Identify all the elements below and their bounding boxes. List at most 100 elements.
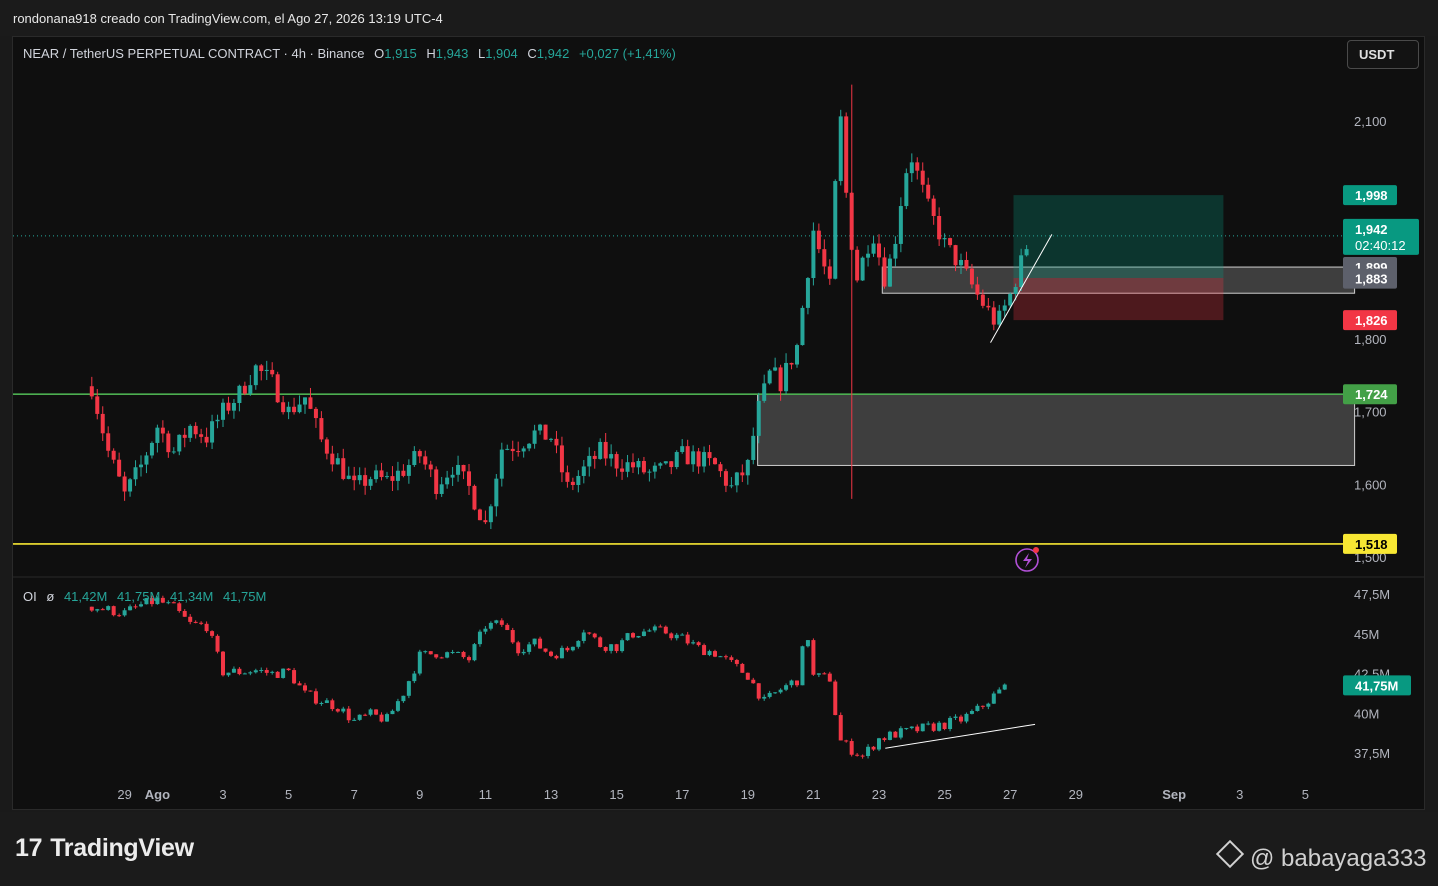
oi-candle-117 [729, 657, 734, 660]
price-candle-63 [434, 469, 439, 494]
oi-candle-165 [991, 693, 996, 704]
oi-candle-119 [740, 663, 745, 673]
oi-candle-83 [543, 648, 548, 652]
price-candle-170 [1019, 255, 1024, 288]
oi-candle-99 [631, 633, 635, 638]
price-candle-161 [969, 268, 974, 285]
price-candle-84 [549, 438, 553, 440]
price-candle-168 [1008, 293, 1013, 306]
watermark-text: @ babayaga333 [1250, 845, 1427, 872]
oi-candle-157 [948, 717, 953, 730]
price-candle-153 [926, 184, 931, 199]
oi-candle-158 [953, 716, 958, 718]
low-value: 1,904 [485, 46, 518, 61]
x-tick-15: 29 [1069, 787, 1083, 802]
price-candle-69 [467, 471, 471, 486]
currency-button[interactable]: USDT [1347, 40, 1419, 69]
oi-candle-153 [926, 723, 931, 725]
price-candle-11 [149, 442, 154, 456]
tradingview-logo[interactable]: 17 TradingView [15, 834, 194, 863]
price-candle-76 [505, 448, 510, 450]
price-candle-130 [800, 307, 805, 346]
oi-candle-68 [461, 651, 466, 658]
price-candle-142 [866, 253, 871, 258]
oi-candle-163 [980, 705, 985, 707]
price-candle-158 [953, 245, 958, 266]
oi-candle-134 [822, 673, 827, 675]
price-badge-1: 1,942 [1355, 222, 1388, 237]
countdown-badge: 02:40:12 [1355, 238, 1406, 253]
price-candle-1 [95, 396, 100, 414]
price-candle-113 [707, 452, 712, 459]
oi-label[interactable]: OI [23, 589, 37, 604]
zone-stop-3 [1013, 277, 1224, 321]
price-candle-56 [395, 470, 400, 481]
price-candle-80 [527, 443, 532, 449]
oi-candle-30 [253, 670, 258, 673]
oi-candle-166 [997, 689, 1002, 694]
price-candle-92 [592, 455, 597, 459]
price-candle-121 [751, 435, 756, 460]
price-candle-77 [510, 448, 515, 452]
oi-candle-38 [297, 683, 302, 686]
oi-candle-29 [248, 672, 253, 674]
price-candle-75 [499, 449, 504, 479]
zone-range-0 [757, 393, 1356, 466]
oi-candle-103 [652, 626, 657, 631]
x-tick-18: 5 [1302, 787, 1309, 802]
oi-candle-21 [204, 623, 209, 632]
oi-candle-75 [499, 620, 504, 625]
price-candle-30 [253, 365, 258, 386]
oi-candle-120 [745, 672, 750, 680]
oi-candle-47 [346, 708, 351, 721]
price-candle-0 [89, 386, 94, 397]
x-tick-3: 5 [285, 787, 292, 802]
oi-candle-152 [920, 723, 925, 732]
price-candle-4 [111, 450, 116, 460]
price-candle-47 [346, 475, 351, 479]
oi-candle-7 [128, 606, 133, 611]
oi-candle-46 [341, 708, 346, 712]
oi-candle-155 [937, 722, 942, 731]
oi-candle-109 [685, 634, 690, 644]
price-candle-62 [428, 464, 433, 470]
price-candle-36 [286, 406, 291, 413]
price-candle-162 [975, 284, 980, 295]
oi-candle-71 [477, 631, 482, 645]
price-candle-50 [363, 475, 368, 486]
price-candle-146 [887, 258, 892, 287]
oi-candle-128 [789, 680, 794, 686]
price-candle-155 [937, 215, 942, 240]
price-candle-131 [805, 278, 810, 308]
price-candle-40 [308, 397, 313, 409]
oi-candle-56 [395, 701, 400, 711]
oi-candle-43 [324, 700, 329, 704]
oi-candle-18 [188, 616, 193, 622]
price-candle-108 [680, 446, 685, 453]
oi-candle-111 [696, 642, 701, 646]
price-candle-31 [259, 365, 264, 372]
oi-candle-100 [636, 636, 641, 638]
price-candle-149 [904, 173, 909, 207]
price-badge-0: 1,998 [1355, 188, 1388, 203]
price-candle-135 [827, 266, 832, 279]
price-candle-2 [100, 413, 105, 434]
price-candle-25 [226, 402, 231, 411]
price-y-tick-0: 2,100 [1354, 114, 1387, 129]
price-candle-66 [450, 474, 455, 478]
price-candle-73 [488, 506, 493, 523]
price-candle-91 [587, 455, 592, 467]
x-tick-11: 21 [806, 787, 820, 802]
price-candle-93 [598, 441, 603, 459]
chart-canvas[interactable]: 2,1001,8001,7001,6001,50047,5M45M42,5M40… [0, 0, 1438, 812]
x-tick-9: 17 [675, 787, 689, 802]
price-candle-88 [570, 481, 575, 486]
oi-candle-72 [483, 628, 488, 632]
oi-candle-87 [565, 647, 570, 651]
price-candle-152 [920, 170, 925, 185]
price-candle-86 [559, 445, 564, 473]
symbol-title[interactable]: NEAR / TetherUS PERPETUAL CONTRACT · 4h … [23, 46, 364, 61]
oi-candle-130 [800, 646, 805, 686]
oi-candle-49 [357, 714, 362, 720]
price-candle-65 [445, 477, 450, 485]
